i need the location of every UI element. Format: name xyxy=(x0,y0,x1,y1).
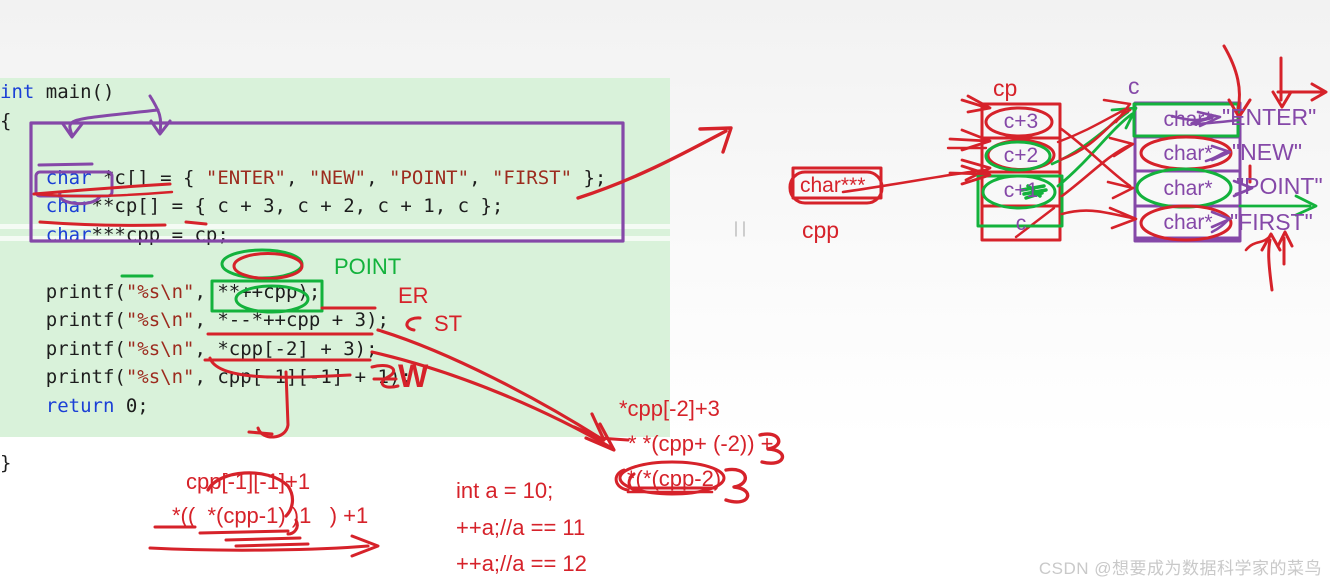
cpp-box-text: char*** xyxy=(800,174,866,197)
string-literal-3: "FIRST" xyxy=(1230,209,1313,235)
annotation-point: POINT xyxy=(334,254,402,279)
note-expr3: *(*(cpp-2) xyxy=(627,466,722,491)
c-cell-3: char* xyxy=(1163,210,1213,234)
cp-label: cp xyxy=(993,75,1018,101)
code-line-13: } xyxy=(0,451,12,474)
note-inc-1: ++a;//a == 11 xyxy=(456,515,586,540)
code-line-3: char *c[] = { "ENTER", "NEW", "POINT", "… xyxy=(45,166,607,189)
code-line-7: printf("%s\n", **++cpp); xyxy=(0,280,321,303)
code-line-1: { xyxy=(0,109,12,132)
string-literal-0: "ENTER" xyxy=(1222,104,1317,130)
code-line-8: printf("%s\n", *--*++cpp + 3); xyxy=(0,309,389,331)
watermark: CSDN @想要成为数据科学家的菜鸟 xyxy=(1038,559,1322,578)
code-line-4: char**cp[] = { c + 3, c + 2, c + 1, c }; xyxy=(45,195,504,217)
note-expr2: * *(cpp+ (-2)) + xyxy=(628,431,774,456)
cp-cell-3: c xyxy=(1015,212,1027,235)
code-line-11: return 0; xyxy=(45,394,149,417)
note-inc-2: ++a;//a == 12 xyxy=(456,551,587,576)
c-cell-2: char* xyxy=(1163,176,1213,200)
annotation-w: W xyxy=(398,358,429,394)
note-expr5: *(( *(cpp-1) )1 ) +1 xyxy=(172,503,369,528)
annotation-st: ST xyxy=(434,311,463,336)
code-line-5: char***cpp = cp; xyxy=(45,223,229,246)
annotation-er: ER xyxy=(398,283,429,308)
note-int-a: int a = 10; xyxy=(456,478,554,503)
code-line-10: printf("%s\n", cpp[-1][-1] + 1); xyxy=(0,366,412,388)
code-line-9: printf("%s\n", *cpp[-2] + 3); xyxy=(0,337,378,360)
note-expr4: cpp[-1][-1]+1 xyxy=(186,469,311,494)
string-literal-1: "NEW" xyxy=(1232,139,1302,165)
cp-cell-1: c+2 xyxy=(1003,144,1039,167)
screenshot-canvas: int main() { char *c[] = { "ENTER", "NEW"… xyxy=(0,0,1330,585)
cp-cell-0: c+3 xyxy=(1003,110,1039,133)
note-expr1: *cpp[-2]+3 xyxy=(619,396,720,421)
code-line-0: int main() xyxy=(0,81,115,103)
c-label: c xyxy=(1128,73,1140,99)
cp-cell-2: c+1 xyxy=(1003,179,1039,202)
string-literal-2: "POINT" xyxy=(1236,173,1323,199)
cpp-label: cpp xyxy=(802,217,840,243)
c-cell-1: char* xyxy=(1163,142,1213,165)
